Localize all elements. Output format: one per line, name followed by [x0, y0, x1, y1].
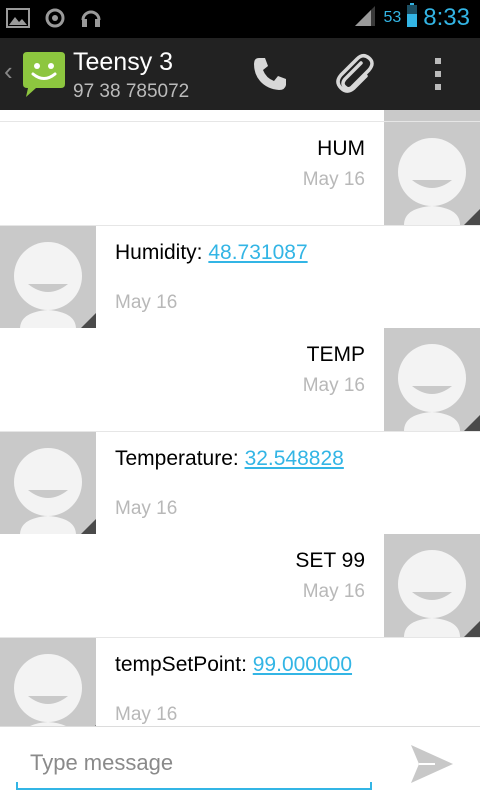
message-item[interactable]: tempSetPoint: 99.000000 May 16 [0, 638, 480, 726]
overflow-menu-icon[interactable] [414, 50, 462, 98]
default-contact-icon [14, 654, 82, 726]
phone-number-link[interactable]: 99.000000 [253, 653, 352, 676]
action-bar: ‹ Teensy 3 97 38 785072 [0, 38, 480, 110]
previous-message-edge [0, 110, 480, 121]
contact-avatar[interactable] [0, 638, 96, 726]
contact-avatar[interactable] [384, 534, 480, 637]
conversation-list[interactable]: HUM May 16 Humidity: 48.731087 May 16 TE… [0, 110, 480, 726]
message-text: HUM [317, 137, 365, 160]
phone-icon[interactable] [246, 50, 294, 98]
quick-contact-badge [464, 209, 480, 225]
message-input[interactable] [16, 741, 372, 785]
message-date: May 16 [302, 581, 365, 602]
message-date: May 16 [302, 169, 365, 190]
input-underline [16, 782, 372, 790]
message-text: TEMP [306, 343, 365, 366]
headset-icon [80, 7, 102, 34]
message-date: May 16 [115, 498, 178, 519]
battery-icon [407, 3, 418, 32]
signal-icon [353, 2, 377, 33]
quick-contact-badge [464, 415, 480, 431]
attach-icon[interactable] [330, 50, 378, 98]
message-item[interactable]: TEMP May 16 [0, 328, 480, 431]
phone-number-link[interactable]: 32.548828 [245, 447, 344, 470]
message-date: May 16 [302, 375, 365, 396]
messaging-app-icon[interactable] [20, 50, 66, 103]
message-label: Humidity: [115, 241, 209, 264]
contact-name[interactable]: Teensy 3 [73, 48, 173, 77]
message-label: Temperature: [115, 447, 245, 470]
bubble-tail [96, 244, 105, 262]
contact-number[interactable]: 97 38 785072 [73, 81, 189, 103]
message-item[interactable]: Humidity: 48.731087 May 16 [0, 226, 480, 329]
sync-icon [44, 7, 66, 34]
contact-avatar[interactable] [0, 226, 96, 329]
image-icon [6, 7, 30, 34]
send-button[interactable] [404, 739, 460, 789]
battery-percent: 53 [383, 8, 402, 26]
message-text: Temperature: 32.548828 [115, 447, 344, 471]
contact-avatar[interactable] [0, 432, 96, 535]
status-bar: 53 8:33 [0, 0, 480, 38]
message-date: May 16 [115, 704, 178, 725]
bubble-tail [375, 140, 384, 158]
message-text: Humidity: 48.731087 [115, 241, 308, 265]
compose-bar [0, 726, 480, 801]
quick-contact-badge [464, 621, 480, 637]
quick-contact-badge [80, 313, 96, 329]
message-text: SET 99 [295, 549, 365, 572]
message-label: tempSetPoint: [115, 653, 253, 676]
message-item[interactable]: HUM May 16 [0, 122, 480, 225]
bubble-tail [375, 552, 384, 570]
bubble-tail [96, 656, 105, 674]
message-text: tempSetPoint: 99.000000 [115, 653, 352, 677]
phone-number-link[interactable]: 48.731087 [208, 241, 307, 264]
message-item[interactable]: Temperature: 32.548828 May 16 [0, 432, 480, 535]
bubble-tail [375, 346, 384, 364]
message-item[interactable]: SET 99 May 16 [0, 534, 480, 637]
clock: 8:33 [423, 3, 470, 31]
bubble-tail [96, 450, 105, 468]
up-caret-icon[interactable]: ‹ [4, 56, 13, 87]
contact-avatar[interactable] [384, 328, 480, 431]
send-icon [411, 745, 453, 783]
message-date: May 16 [115, 292, 178, 313]
quick-contact-badge [80, 519, 96, 535]
contact-avatar[interactable] [384, 122, 480, 225]
